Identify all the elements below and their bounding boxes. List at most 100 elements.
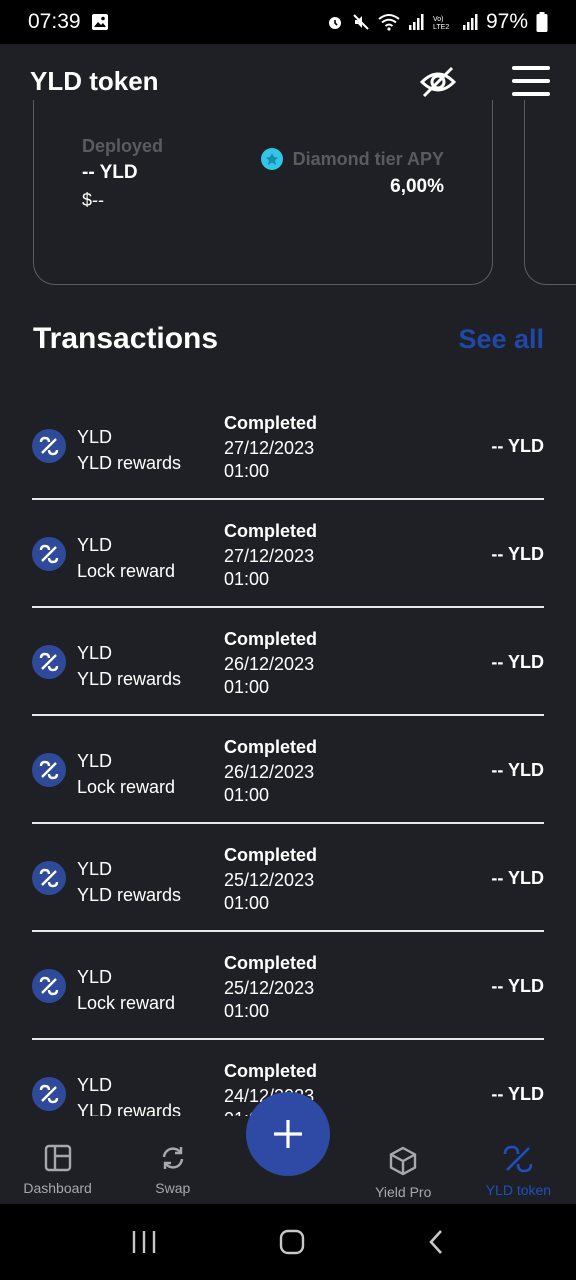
yld-token-icon [32, 429, 66, 463]
transaction-status: Completed [224, 737, 318, 757]
tier-apy: Diamond tier APY [260, 148, 444, 170]
yld-token-icon [32, 969, 66, 1003]
transaction-time: 01:00 [224, 893, 270, 913]
transaction-status: Completed [224, 629, 318, 649]
transaction-datetime: 27/12/2023 01:00 [224, 545, 314, 591]
menu-icon[interactable] [512, 66, 550, 96]
battery-percent: 97% [485, 10, 528, 33]
swap-icon [162, 1147, 183, 1169]
balance-card[interactable]: Deployed -- YLD $-- Diamond tier APY 6,0… [33, 100, 493, 285]
alarm-icon [326, 13, 344, 31]
next-card[interactable] [524, 100, 576, 285]
usd-balance: $-- [82, 190, 104, 210]
transaction-amount: -- YLD [491, 760, 544, 780]
transaction-row[interactable]: YLD Lock reward Completed 26/12/2023 01:… [32, 716, 544, 824]
transaction-name: YLD YLD rewards [77, 640, 181, 692]
transaction-amount: -- YLD [491, 1084, 544, 1104]
transaction-time: 01:00 [224, 461, 270, 481]
see-all-link[interactable]: See all [458, 324, 544, 355]
transaction-type: Lock reward [77, 993, 176, 1013]
transaction-row[interactable]: YLD Lock reward Completed 27/12/2023 01:… [32, 500, 544, 608]
nav-swap[interactable]: Swap [115, 1116, 230, 1204]
token-symbol: YLD [77, 535, 113, 555]
token-symbol: YLD [77, 859, 113, 879]
transaction-row[interactable]: YLD Lock reward Completed 25/12/2023 01:… [32, 932, 544, 1040]
transaction-amount: -- YLD [491, 544, 544, 564]
nav-swap-label: Swap [155, 1180, 191, 1196]
transaction-amount: -- YLD [491, 868, 544, 888]
nav-dashboard[interactable]: Dashboard [0, 1116, 115, 1204]
transaction-date: 27/12/2023 [224, 546, 315, 566]
token-symbol: YLD [77, 1075, 113, 1095]
nav-yield-pro-label: Yield Pro [375, 1184, 432, 1200]
transaction-row[interactable]: YLD YLD rewards Completed 27/12/2023 01:… [32, 392, 544, 500]
transaction-row[interactable]: YLD YLD rewards Completed 26/12/2023 01:… [32, 608, 544, 716]
transaction-type: YLD rewards [77, 453, 182, 473]
token-symbol: YLD [77, 967, 113, 987]
transaction-row[interactable]: YLD YLD rewards Completed 25/12/2023 01:… [32, 824, 544, 932]
nav-yld-token[interactable]: YLD token [461, 1116, 576, 1204]
signal-icon-2 [462, 14, 478, 30]
yld-token-icon [32, 1077, 66, 1111]
transaction-datetime: 27/12/2023 01:00 [224, 437, 314, 483]
transaction-name: YLD Lock reward [77, 532, 175, 584]
back-icon[interactable] [426, 1228, 446, 1256]
hide-balance-icon[interactable] [418, 62, 458, 102]
tier-label: Diamond tier APY [292, 148, 444, 169]
transaction-amount: -- YLD [491, 652, 544, 672]
yld-token-icon [32, 861, 66, 895]
transaction-status: Completed [224, 953, 318, 973]
transaction-list[interactable]: YLD YLD rewards Completed 27/12/2023 01:… [32, 392, 544, 1116]
transaction-type: YLD rewards [77, 1101, 182, 1116]
transaction-datetime: 25/12/2023 01:00 [224, 977, 314, 1023]
home-icon[interactable] [278, 1228, 306, 1256]
transactions-header: Transactions See all [33, 322, 544, 356]
nav-yld-token-label: YLD token [485, 1182, 552, 1198]
yld-token-icon [32, 753, 66, 787]
yld-token-icon [32, 537, 66, 571]
transaction-date: 26/12/2023 [224, 762, 315, 782]
system-navigation-bar [0, 1204, 576, 1280]
dashboard-icon [44, 1144, 71, 1172]
apy-value: 6,00% [390, 176, 444, 197]
nav-dashboard-label: Dashboard [23, 1180, 92, 1196]
signal-icon [408, 14, 424, 30]
transaction-date: 25/12/2023 [224, 978, 315, 998]
transaction-date: 25/12/2023 [224, 870, 315, 890]
yld-token-icon [32, 645, 66, 679]
volte-icon: Vo) LTE2 [432, 13, 454, 31]
plus-icon [274, 1120, 302, 1148]
status-bar: 07:39 Vo) LTE2 97% [0, 0, 576, 44]
add-button[interactable] [246, 1092, 330, 1176]
nav-yield-pro[interactable]: Yield Pro [346, 1116, 461, 1204]
diamond-icon [260, 148, 283, 170]
transaction-name: YLD Lock reward [77, 748, 175, 800]
transaction-status: Completed [224, 845, 318, 865]
token-symbol: YLD [77, 427, 113, 447]
svg-text:Vo): Vo) [433, 16, 444, 23]
token-symbol: YLD [77, 643, 113, 663]
transaction-date: 26/12/2023 [224, 654, 315, 674]
transaction-type: YLD rewards [77, 885, 182, 905]
wifi-icon [378, 13, 400, 31]
transaction-status: Completed [224, 1061, 318, 1081]
transaction-date: 27/12/2023 [224, 438, 315, 458]
yld-token-nav-icon [504, 1145, 533, 1173]
status-time: 07:39 [28, 10, 81, 33]
transaction-amount: -- YLD [491, 436, 544, 456]
transaction-status: Completed [224, 413, 318, 433]
token-symbol: YLD [77, 751, 113, 771]
transaction-time: 01:00 [224, 677, 270, 697]
transaction-time: 01:00 [224, 1001, 270, 1021]
deployed-label: Deployed [82, 136, 164, 156]
transaction-datetime: 26/12/2023 01:00 [224, 761, 314, 807]
transaction-name: YLD YLD rewards [77, 424, 181, 476]
transaction-type: Lock reward [77, 561, 176, 581]
battery-icon [536, 12, 548, 32]
recent-apps-icon[interactable] [130, 1229, 158, 1255]
transaction-type: Lock reward [77, 777, 176, 797]
svg-text:LTE2: LTE2 [433, 24, 449, 31]
transaction-datetime: 25/12/2023 01:00 [224, 869, 314, 915]
transaction-time: 01:00 [224, 569, 270, 589]
mute-icon [352, 13, 370, 31]
